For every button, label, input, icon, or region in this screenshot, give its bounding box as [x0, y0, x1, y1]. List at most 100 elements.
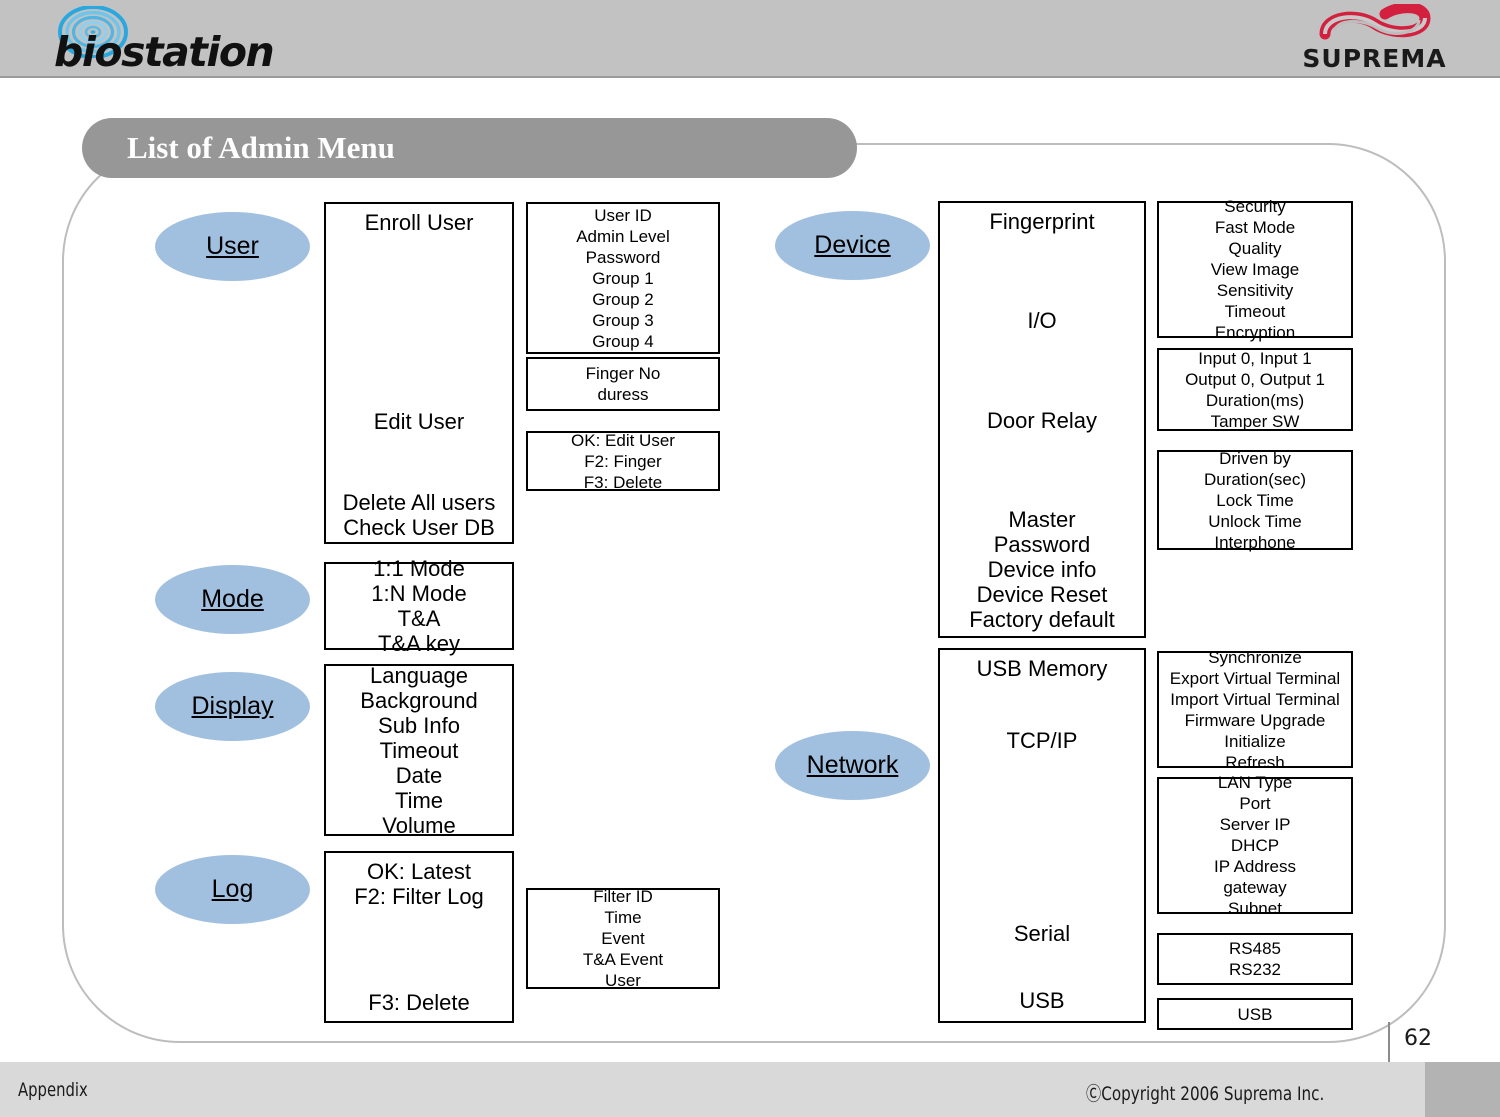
device-level1-box: Fingerprint I/O Door Relay Master Passwo… — [938, 201, 1146, 638]
field-outputs: Output 0, Output 1 — [1185, 369, 1325, 389]
menu-item-language[interactable]: Language — [326, 663, 512, 688]
menu-item-1-n-mode[interactable]: 1:N Mode — [326, 581, 512, 606]
node-log[interactable]: Log — [155, 855, 310, 924]
footer-band-accent — [1425, 1062, 1500, 1117]
node-mode-label: Mode — [201, 585, 264, 613]
node-display-label: Display — [191, 692, 274, 720]
field-user-id: User ID — [594, 205, 652, 225]
menu-item-serial[interactable]: Serial — [940, 921, 1144, 946]
field-fast-mode: Fast Mode — [1214, 218, 1296, 237]
network-level1-box: USB Memory TCP/IP Serial USB — [938, 648, 1146, 1023]
menu-item-time[interactable]: Time — [326, 788, 512, 813]
menu-item-1-1-mode[interactable]: 1:1 Mode — [326, 556, 512, 581]
field-subnet: Subnet — [1228, 899, 1282, 918]
top-header-band: biostation SUPREMA — [0, 0, 1500, 78]
field-lan-type: LAN Type — [1217, 773, 1293, 792]
menu-item-background[interactable]: Background — [326, 688, 512, 713]
node-device-label: Device — [814, 231, 891, 259]
menu-item-device-info[interactable]: Device info — [940, 557, 1144, 582]
field-unlock-time: Unlock Time — [1208, 511, 1302, 531]
key-f3-delete: F3: Delete — [583, 472, 663, 492]
usb-memory-fields-box: Synchronize Export Virtual Terminal Impo… — [1157, 648, 1353, 772]
field-export-virtual-terminal: Export Virtual Terminal — [1169, 668, 1341, 688]
field-interphone: Interphone — [1214, 532, 1296, 552]
menu-item-f3-delete[interactable]: F3: Delete — [326, 990, 512, 1015]
field-group-1: Group 1 — [592, 268, 654, 288]
field-inputs: Input 0, Input 1 — [1198, 348, 1312, 368]
page-number-rule — [1388, 1022, 1390, 1064]
door-relay-fields-box: Driven by Duration(sec) Lock Time Unlock… — [1157, 449, 1353, 552]
menu-item-volume[interactable]: Volume — [326, 813, 512, 838]
menu-item-f2-filter-log[interactable]: F2: Filter Log — [326, 884, 512, 909]
field-duration-ms: Duration(ms) — [1205, 390, 1305, 410]
node-user[interactable]: User — [155, 212, 310, 281]
field-rs485: RS485 — [1229, 939, 1281, 958]
key-f2-finger: F2: Finger — [584, 451, 662, 471]
menu-item-timeout[interactable]: Timeout — [326, 738, 512, 763]
field-user: User — [605, 971, 641, 990]
field-port: Port — [1239, 794, 1271, 813]
field-gateway: gateway — [1223, 878, 1287, 897]
slide-title-pill: List of Admin Menu — [82, 118, 857, 178]
node-user-label: User — [206, 232, 259, 260]
biostation-logo: biostation — [52, 6, 322, 76]
menu-item-tcp-ip[interactable]: TCP/IP — [940, 728, 1144, 753]
suprema-logo: SUPREMA — [1287, 4, 1462, 74]
field-finger-no: Finger No — [585, 364, 661, 383]
field-sensitivity: Sensitivity — [1216, 281, 1294, 300]
menu-item-edit-user[interactable]: Edit User — [326, 409, 512, 434]
menu-item-usb-memory[interactable]: USB Memory — [940, 656, 1144, 681]
node-device[interactable]: Device — [775, 211, 930, 280]
node-log-label: Log — [211, 875, 254, 903]
suprema-wordmark: SUPREMA — [1302, 44, 1447, 73]
field-duress: duress — [597, 385, 649, 404]
menu-item-check-user-db[interactable]: Check User DB — [326, 515, 512, 540]
menu-item-io[interactable]: I/O — [940, 308, 1144, 333]
field-tamper-sw: Tamper SW — [1210, 411, 1300, 431]
field-filter-id: Filter ID — [593, 887, 653, 906]
menu-item-usb[interactable]: USB — [940, 988, 1144, 1013]
field-encryption: Encryption — [1214, 323, 1296, 342]
menu-item-enroll-user[interactable]: Enroll User — [326, 210, 512, 235]
field-refresh: Refresh — [1225, 752, 1285, 772]
page-title: List of Admin Menu — [127, 130, 395, 165]
field-import-virtual-terminal: Import Virtual Terminal — [1170, 689, 1340, 709]
menu-item-sub-info[interactable]: Sub Info — [326, 713, 512, 738]
menu-item-date[interactable]: Date — [326, 763, 512, 788]
usb-fields-box: USB — [1157, 998, 1353, 1030]
node-display[interactable]: Display — [155, 672, 310, 741]
field-ip-address: IP Address — [1214, 857, 1296, 876]
infinity-icon — [1319, 4, 1431, 40]
field-duration-sec: Duration(sec) — [1203, 469, 1307, 489]
field-security: Security — [1224, 197, 1286, 216]
user-level1-box: Enroll User Edit User Delete All users C… — [324, 202, 514, 544]
finger-fields-box: Finger No duress — [526, 357, 720, 411]
field-view-image: View Image — [1210, 260, 1300, 279]
menu-item-ta-key[interactable]: T&A key — [326, 631, 512, 656]
menu-item-master[interactable]: Master — [940, 507, 1144, 532]
biostation-wordmark: biostation — [54, 28, 275, 76]
footer-copyright: ⒸCopyright 2006 Suprema Inc. — [1086, 1083, 1325, 1105]
menu-item-device-reset[interactable]: Device Reset — [940, 582, 1144, 607]
field-dhcp: DHCP — [1230, 836, 1280, 855]
io-fields-box: Input 0, Input 1 Output 0, Output 1 Dura… — [1157, 348, 1353, 431]
field-rs232: RS232 — [1229, 960, 1281, 979]
menu-item-factory-default[interactable]: Factory default — [940, 607, 1144, 632]
menu-item-ta[interactable]: T&A — [326, 606, 512, 631]
log-level1-box: OK: Latest F2: Filter Log F3: Delete — [324, 851, 514, 1023]
node-network[interactable]: Network — [775, 731, 930, 800]
field-quality: Quality — [1228, 239, 1282, 258]
node-mode[interactable]: Mode — [155, 565, 310, 634]
fingerprint-fields-box: Security Fast Mode Quality View Image Se… — [1157, 197, 1353, 342]
menu-item-password[interactable]: Password — [940, 532, 1144, 557]
menu-item-delete-all-users[interactable]: Delete All users — [326, 490, 512, 515]
menu-item-ok-latest[interactable]: OK: Latest — [326, 859, 512, 884]
menu-item-door-relay[interactable]: Door Relay — [940, 408, 1144, 433]
log-filter-fields-box: Filter ID Time Event T&A Event User — [526, 887, 720, 990]
enroll-user-fields-box: User ID Admin Level Password Group 1 Gro… — [526, 202, 720, 354]
field-event: Event — [601, 929, 645, 948]
field-group-4: Group 4 — [592, 331, 654, 351]
field-usb: USB — [1237, 1004, 1273, 1024]
field-admin-level: Admin Level — [576, 226, 670, 246]
menu-item-fingerprint[interactable]: Fingerprint — [940, 209, 1144, 234]
